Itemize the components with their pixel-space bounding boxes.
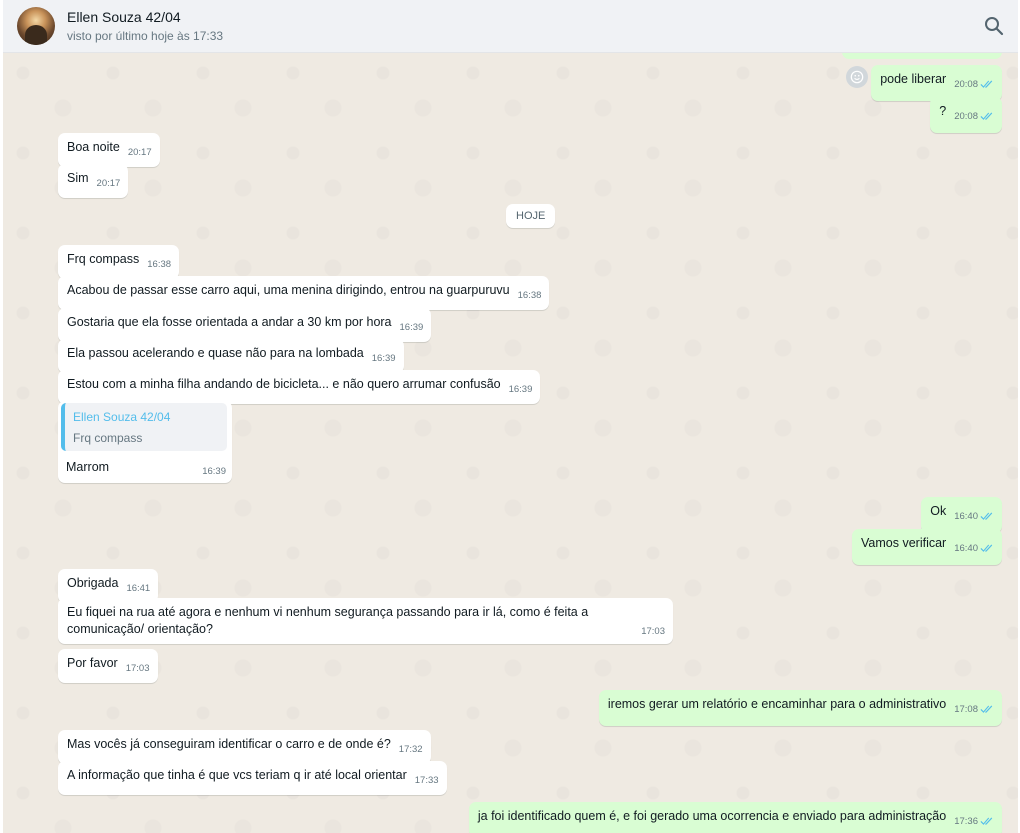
message-text: Frq compass xyxy=(67,252,140,266)
message-text: Gostaria que ela fosse orientada a andar… xyxy=(67,315,392,329)
message-bubble[interactable]: Eu fiquei na rua até agora e nenhum vi n… xyxy=(58,598,673,644)
message-bubble-reply[interactable]: Ellen Souza 42/04 Frq compass Marrom 16:… xyxy=(58,401,232,483)
message-bubble[interactable]: Sim 20:17 xyxy=(58,164,129,198)
message-list[interactable]: pode liberar 20:08 ? 20:08 Boa noite 20:17 … xyxy=(3,53,1018,833)
read-ticks-icon xyxy=(980,78,994,95)
message-text: pode liberar xyxy=(880,72,947,86)
message-bubble[interactable]: ? 20:08 xyxy=(930,97,1002,133)
message-time-value: 17:08 xyxy=(954,704,978,715)
message-bubble[interactable]: Mas vocês já conseguiram identificar o c… xyxy=(58,730,431,764)
message-text: Por favor xyxy=(67,656,118,670)
message-text: Obrigada xyxy=(67,576,119,590)
message-time: 16:39 xyxy=(202,466,226,477)
message-time: 16:40 xyxy=(954,540,994,559)
read-ticks-icon xyxy=(980,510,994,527)
message-text: ? xyxy=(939,104,947,118)
message-time: 20:17 xyxy=(96,178,121,189)
contact-last-seen: visto por último hoje às 17:33 xyxy=(67,29,224,43)
message-time: 17:03 xyxy=(125,663,150,674)
message-bubble[interactable]: Por favor 17:03 xyxy=(58,649,158,683)
message-time-value: 20:08 xyxy=(954,111,978,122)
message-bubble[interactable]: Gostaria que ela fosse orientada a andar… xyxy=(58,308,432,342)
message-time: 16:39 xyxy=(508,384,533,395)
message-text: A informação que tinha é que vcs teriam … xyxy=(67,768,407,782)
read-ticks-icon xyxy=(980,815,994,832)
message-text: Acabou de passar esse carro aqui, uma me… xyxy=(67,283,510,297)
chat-header[interactable]: Ellen Souza 42/04 visto por último hoje … xyxy=(3,0,1018,53)
contact-avatar[interactable] xyxy=(17,7,55,45)
message-time-value: 17:36 xyxy=(954,816,978,827)
message-bubble[interactable]: Acabou de passar esse carro aqui, uma me… xyxy=(58,276,550,310)
date-divider: HOJE xyxy=(506,204,556,228)
message-time: 20:17 xyxy=(127,147,152,158)
quoted-author: Ellen Souza 42/04 xyxy=(73,410,171,424)
message-text: iremos gerar um relatório e encaminhar p… xyxy=(607,697,947,711)
message-time: 20:08 xyxy=(954,108,994,127)
contact-name[interactable]: Ellen Souza 42/04 xyxy=(67,9,181,25)
message-time: 16:38 xyxy=(147,259,172,270)
message-time: 17:32 xyxy=(398,744,423,755)
message-bubble[interactable]: Estou com a minha filha andando de bicic… xyxy=(58,370,541,404)
reaction-emoji-icon[interactable] xyxy=(846,66,868,88)
read-ticks-icon xyxy=(980,542,994,559)
message-bubble[interactable]: Ela passou acelerando e quase não para n… xyxy=(58,339,404,373)
message-text: Boa noite xyxy=(67,140,120,154)
message-bubble[interactable]: A informação que tinha é que vcs teriam … xyxy=(58,761,447,795)
message-time: 16:39 xyxy=(399,322,424,333)
read-ticks-icon xyxy=(980,110,994,127)
message-time: 16:38 xyxy=(517,290,542,301)
message-time: 17:33 xyxy=(414,775,439,786)
quoted-text: Frq compass xyxy=(73,431,143,445)
message-bubble[interactable]: iremos gerar um relatório e encaminhar p… xyxy=(598,690,1002,726)
message-time: 16:41 xyxy=(126,583,151,594)
message-text: Estou com a minha filha andando de bicic… xyxy=(67,377,501,391)
message-time: 17:36 xyxy=(954,813,994,832)
message-bubble[interactable]: Vamos verificar 16:40 xyxy=(852,529,1002,565)
message-time-value: 20:08 xyxy=(954,79,978,90)
message-time: 17:08 xyxy=(954,701,994,720)
message-time: 20:08 xyxy=(954,76,994,95)
message-text: ja foi identificado quem é, e foi gerado… xyxy=(477,809,947,823)
message-time-value: 16:40 xyxy=(954,543,978,554)
message-bubble[interactable]: pode liberar 20:08 xyxy=(871,65,1002,101)
message-bubble[interactable]: Boa noite 20:17 xyxy=(58,133,160,167)
search-icon[interactable] xyxy=(982,14,1006,38)
read-ticks-icon xyxy=(980,703,994,720)
message-bubble[interactable]: ja foi identificado quem é, e foi gerado… xyxy=(468,802,1002,833)
message-time-value: 16:40 xyxy=(954,511,978,522)
message-text: Ok xyxy=(930,504,947,518)
message-time: 16:39 xyxy=(371,353,396,364)
message-text: Vamos verificar xyxy=(861,536,947,550)
message-text: Eu fiquei na rua até agora e nenhum vi n… xyxy=(67,605,589,636)
message-time: 17:03 xyxy=(641,626,665,637)
quoted-message[interactable]: Ellen Souza 42/04 Frq compass xyxy=(61,403,227,451)
message-time: 16:40 xyxy=(954,508,994,527)
message-text: Mas vocês já conseguiram identificar o c… xyxy=(67,737,391,751)
message-bubble[interactable]: Frq compass 16:38 xyxy=(58,245,180,279)
message-text: Sim xyxy=(67,171,89,185)
message-bubble-partial xyxy=(842,53,1002,59)
message-text: Marrom xyxy=(66,460,110,474)
message-text: Ela passou acelerando e quase não para n… xyxy=(67,346,364,360)
message-bubble[interactable]: Ok 16:40 xyxy=(921,497,1002,533)
